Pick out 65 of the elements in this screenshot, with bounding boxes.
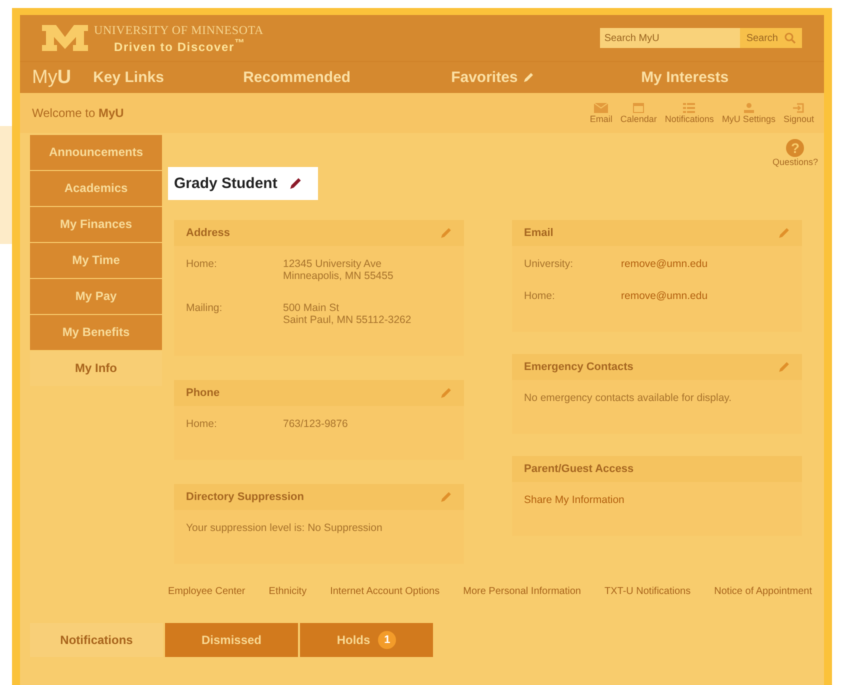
toolbar-link[interactable]: Email xyxy=(590,102,612,124)
sidebar-item[interactable]: My Pay xyxy=(30,279,162,314)
card-text: No emergency contacts available for display. xyxy=(524,392,732,404)
questions-link[interactable]: ? Questions? xyxy=(772,139,818,167)
address-link[interactable]: remove@umn.edu xyxy=(621,258,708,270)
field-value: 763/123-9876 xyxy=(283,418,348,430)
sidebar-item[interactable]: Academics xyxy=(30,171,162,206)
tagline: Driven to Discover$^{™}$ xyxy=(113,38,246,54)
tab[interactable]: Holds 1 xyxy=(300,623,433,657)
card-title: Parent/Guest Access xyxy=(524,463,634,475)
card-title: Directory Suppression xyxy=(186,491,304,503)
field-value: Minneapolis, MN 55455 xyxy=(283,270,394,282)
card-title: Email xyxy=(524,227,554,239)
footer-link[interactable]: Notice of Appointment xyxy=(714,586,812,597)
sidebar-item[interactable]: My Benefits xyxy=(30,315,162,350)
search-button[interactable]: Search xyxy=(740,28,802,48)
sidebar-item[interactable]: My Finances xyxy=(30,207,162,242)
pencil-icon[interactable] xyxy=(289,177,302,190)
pencil-icon xyxy=(522,72,534,83)
person-icon xyxy=(744,102,754,112)
sidebar-item[interactable]: My Time xyxy=(30,243,162,278)
myu-logo[interactable]: MyU xyxy=(20,66,94,88)
card-title: Emergency Contacts xyxy=(524,361,634,373)
field-value: 12345 University Ave xyxy=(283,258,382,270)
address-link[interactable]: remove@umn.edu xyxy=(621,290,708,302)
nav-link[interactable]: Favorites xyxy=(451,69,642,86)
nav-link[interactable]: Recommended xyxy=(243,69,452,86)
card-text: Your suppression level is: No Suppression xyxy=(186,522,382,534)
tab[interactable]: Notifications xyxy=(30,623,163,657)
nav-link[interactable]: My Interests xyxy=(641,69,729,86)
field-label: University: xyxy=(524,258,574,270)
count-badge: 1 xyxy=(378,631,396,649)
field-label: Home: xyxy=(524,290,556,302)
university-name: UNIVERSITY OF MINNESOTA xyxy=(94,22,264,38)
toolbar-link[interactable]: Notifications xyxy=(664,102,714,124)
share-link[interactable]: Share My Information xyxy=(524,494,624,506)
calendar-icon xyxy=(633,102,644,112)
nav-link[interactable]: Key Links xyxy=(93,69,244,86)
card-title: Address xyxy=(186,227,230,239)
block-m-logo-icon xyxy=(42,25,88,51)
search-icon xyxy=(784,32,796,44)
signout-icon xyxy=(793,102,804,112)
footer-link[interactable]: Employee Center xyxy=(168,586,246,597)
field-label: Home: xyxy=(186,418,218,430)
field-value: 500 Main St xyxy=(283,302,340,314)
footer-link[interactable]: Ethnicity xyxy=(268,586,307,597)
welcome-text: Welcome to MyU xyxy=(32,106,124,120)
card-title: Phone xyxy=(186,387,220,399)
tab[interactable]: Dismissed xyxy=(165,623,298,657)
help-icon: ? xyxy=(786,139,804,157)
sidebar-item[interactable]: My Info xyxy=(30,351,162,386)
search-field[interactable]: Search MyU xyxy=(600,28,740,48)
toolbar-link[interactable]: Calendar xyxy=(620,102,657,124)
field-label: Home: xyxy=(186,258,218,272)
student-name: Grady Student xyxy=(174,175,278,192)
field-value: Saint Paul, MN 55112-3262 xyxy=(283,314,412,326)
footer-link[interactable]: More Personal Information xyxy=(463,586,581,597)
list-icon xyxy=(683,102,696,112)
sidebar-item[interactable]: Announcements xyxy=(30,135,162,170)
footer-link[interactable]: Internet Account Options xyxy=(330,586,440,597)
toolbar-link[interactable]: MyU Settings xyxy=(722,102,776,124)
envelope-icon xyxy=(594,102,608,112)
footer-link[interactable]: TXT-U Notifications xyxy=(604,586,691,597)
toolbar-link[interactable]: Signout xyxy=(783,102,814,124)
field-label: Mailing: xyxy=(186,302,224,316)
